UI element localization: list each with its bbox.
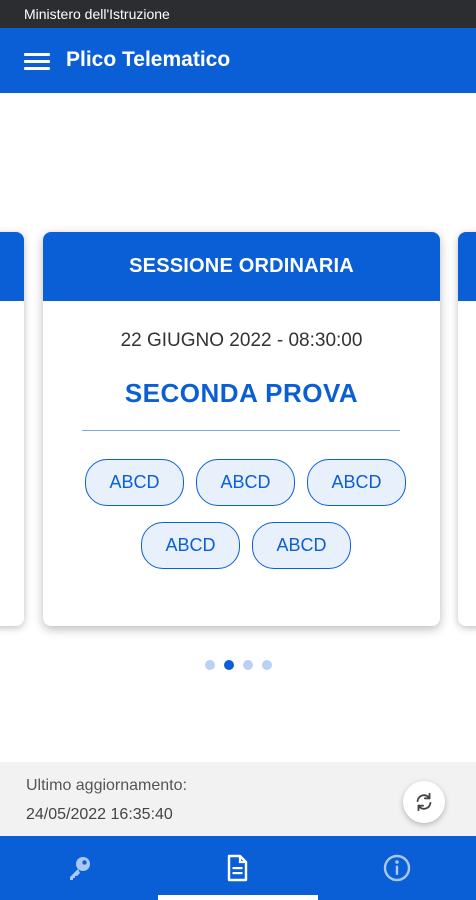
bottom-navigation	[0, 836, 476, 900]
previous-card-header	[0, 232, 24, 301]
code-chip-3[interactable]: ABCD	[307, 459, 406, 506]
next-session-card[interactable]	[458, 232, 476, 626]
page-dot-3[interactable]	[243, 660, 253, 670]
info-icon	[383, 854, 411, 882]
status-bar: Ministero dell'Istruzione	[0, 0, 476, 28]
nav-selected-indicator	[158, 895, 318, 900]
session-card: SESSIONE ORDINARIA 22 GIUGNO 2022 - 08:3…	[43, 232, 440, 626]
previous-session-card[interactable]	[0, 232, 24, 626]
refresh-button[interactable]	[403, 781, 445, 823]
nav-info[interactable]	[318, 836, 476, 900]
card-divider	[82, 430, 400, 431]
document-icon	[227, 854, 248, 882]
last-update-label: Ultimo aggiornamento:	[26, 777, 187, 794]
page-dot-2-active[interactable]	[224, 660, 234, 670]
last-update-value: 24/05/2022 16:35:40	[26, 806, 173, 823]
key-icon	[70, 857, 90, 880]
last-update-panel: Ultimo aggiornamento: 24/05/2022 16:35:4…	[0, 762, 476, 836]
app-bar: Plico Telematico	[0, 28, 476, 93]
hamburger-menu-icon[interactable]	[24, 53, 50, 71]
code-chip-5[interactable]: ABCD	[252, 522, 351, 569]
prova-title: SECONDA PROVA	[124, 378, 359, 408]
session-date: 22 GIUGNO 2022 - 08:30:00	[120, 330, 363, 351]
app-title: Plico Telematico	[66, 48, 231, 71]
session-card-header: SESSIONE ORDINARIA	[43, 232, 440, 301]
refresh-icon	[416, 792, 432, 812]
status-bar-text: Ministero dell'Istruzione	[24, 6, 170, 22]
page-dot-4[interactable]	[262, 660, 272, 670]
code-chip-1[interactable]: ABCD	[85, 459, 184, 506]
nav-key[interactable]	[0, 836, 158, 900]
nav-documents[interactable]	[158, 836, 316, 900]
page-dot-1[interactable]	[205, 660, 215, 670]
code-chip-4[interactable]: ABCD	[141, 522, 240, 569]
next-card-header	[458, 232, 476, 301]
code-chip-2[interactable]: ABCD	[196, 459, 295, 506]
